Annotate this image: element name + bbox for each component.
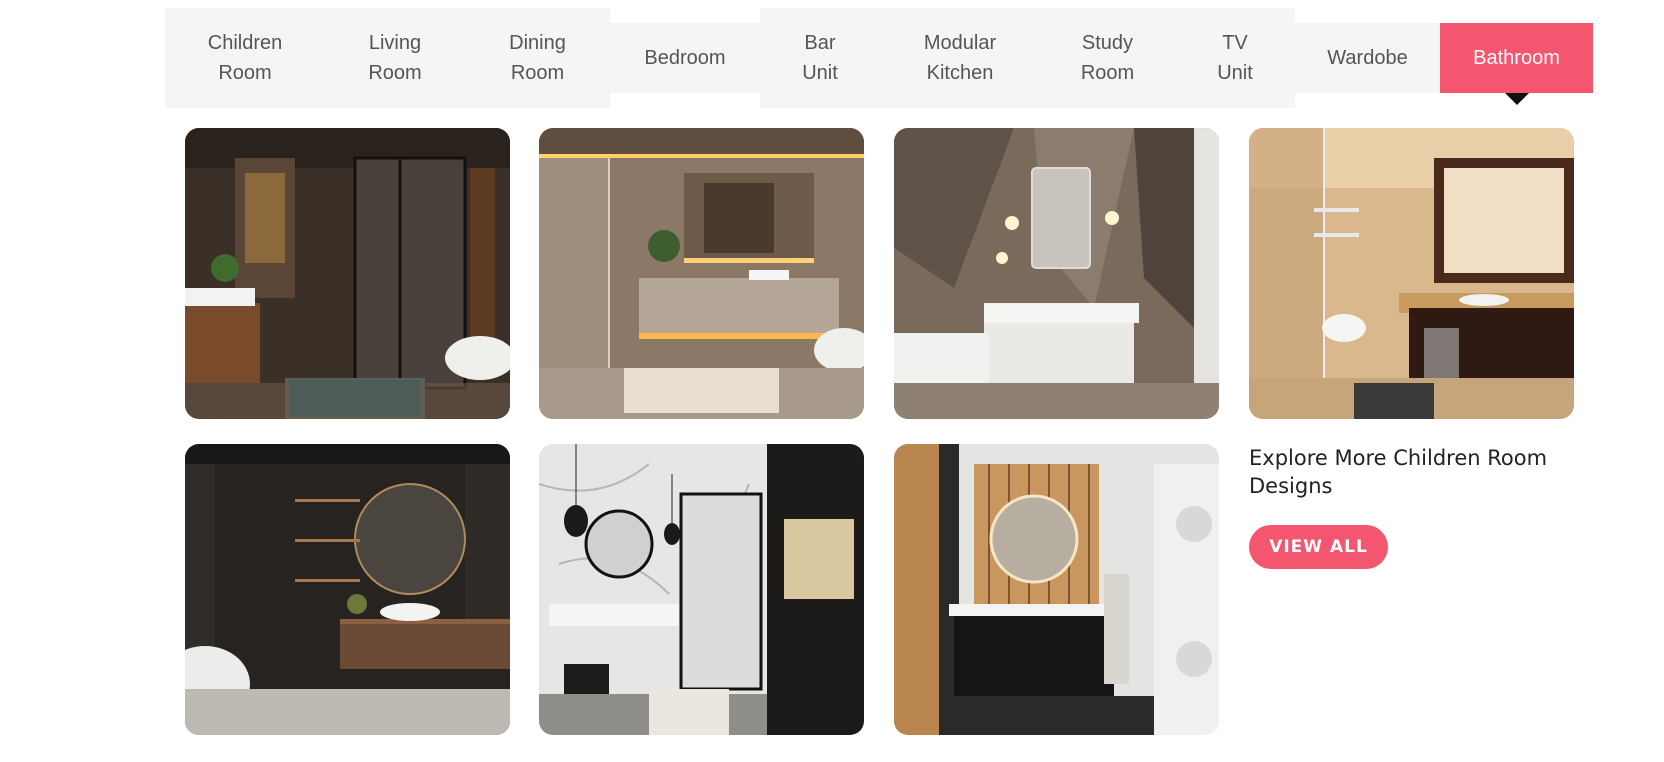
tab-tv-unit[interactable]: TV Unit xyxy=(1175,8,1295,108)
bathroom-design-image-7[interactable] xyxy=(894,444,1219,735)
tab-bar-unit[interactable]: Bar Unit xyxy=(760,8,880,108)
active-tab-caret-icon xyxy=(1504,93,1529,105)
view-all-button[interactable]: VIEW ALL xyxy=(1249,525,1388,569)
category-tabs: Children Room Living Room Dining Room Be… xyxy=(0,0,1664,110)
tab-bathroom-label: Bathroom xyxy=(1473,47,1560,69)
tab-living-room[interactable]: Living Room xyxy=(325,8,465,108)
tab-children-room[interactable]: Children Room xyxy=(165,8,325,108)
bathroom-design-image-3[interactable] xyxy=(894,128,1219,419)
tab-bedroom[interactable]: Bedroom xyxy=(610,23,760,93)
bathroom-design-image-1[interactable] xyxy=(185,128,510,419)
bathroom-design-image-5[interactable] xyxy=(185,444,510,735)
tab-study-room[interactable]: Study Room xyxy=(1040,8,1175,108)
bathroom-design-image-4[interactable] xyxy=(1249,128,1574,419)
tab-bathroom[interactable]: Bathroom xyxy=(1440,23,1593,105)
bathroom-design-image-6[interactable] xyxy=(539,444,864,735)
tab-modular-kitchen[interactable]: Modular Kitchen xyxy=(880,8,1040,108)
tab-dining-room[interactable]: Dining Room xyxy=(465,8,610,108)
bathroom-design-image-2[interactable] xyxy=(539,128,864,419)
tab-wardobe[interactable]: Wardobe xyxy=(1295,23,1440,93)
explore-more-heading: Explore More Children Room Designs xyxy=(1249,446,1548,498)
